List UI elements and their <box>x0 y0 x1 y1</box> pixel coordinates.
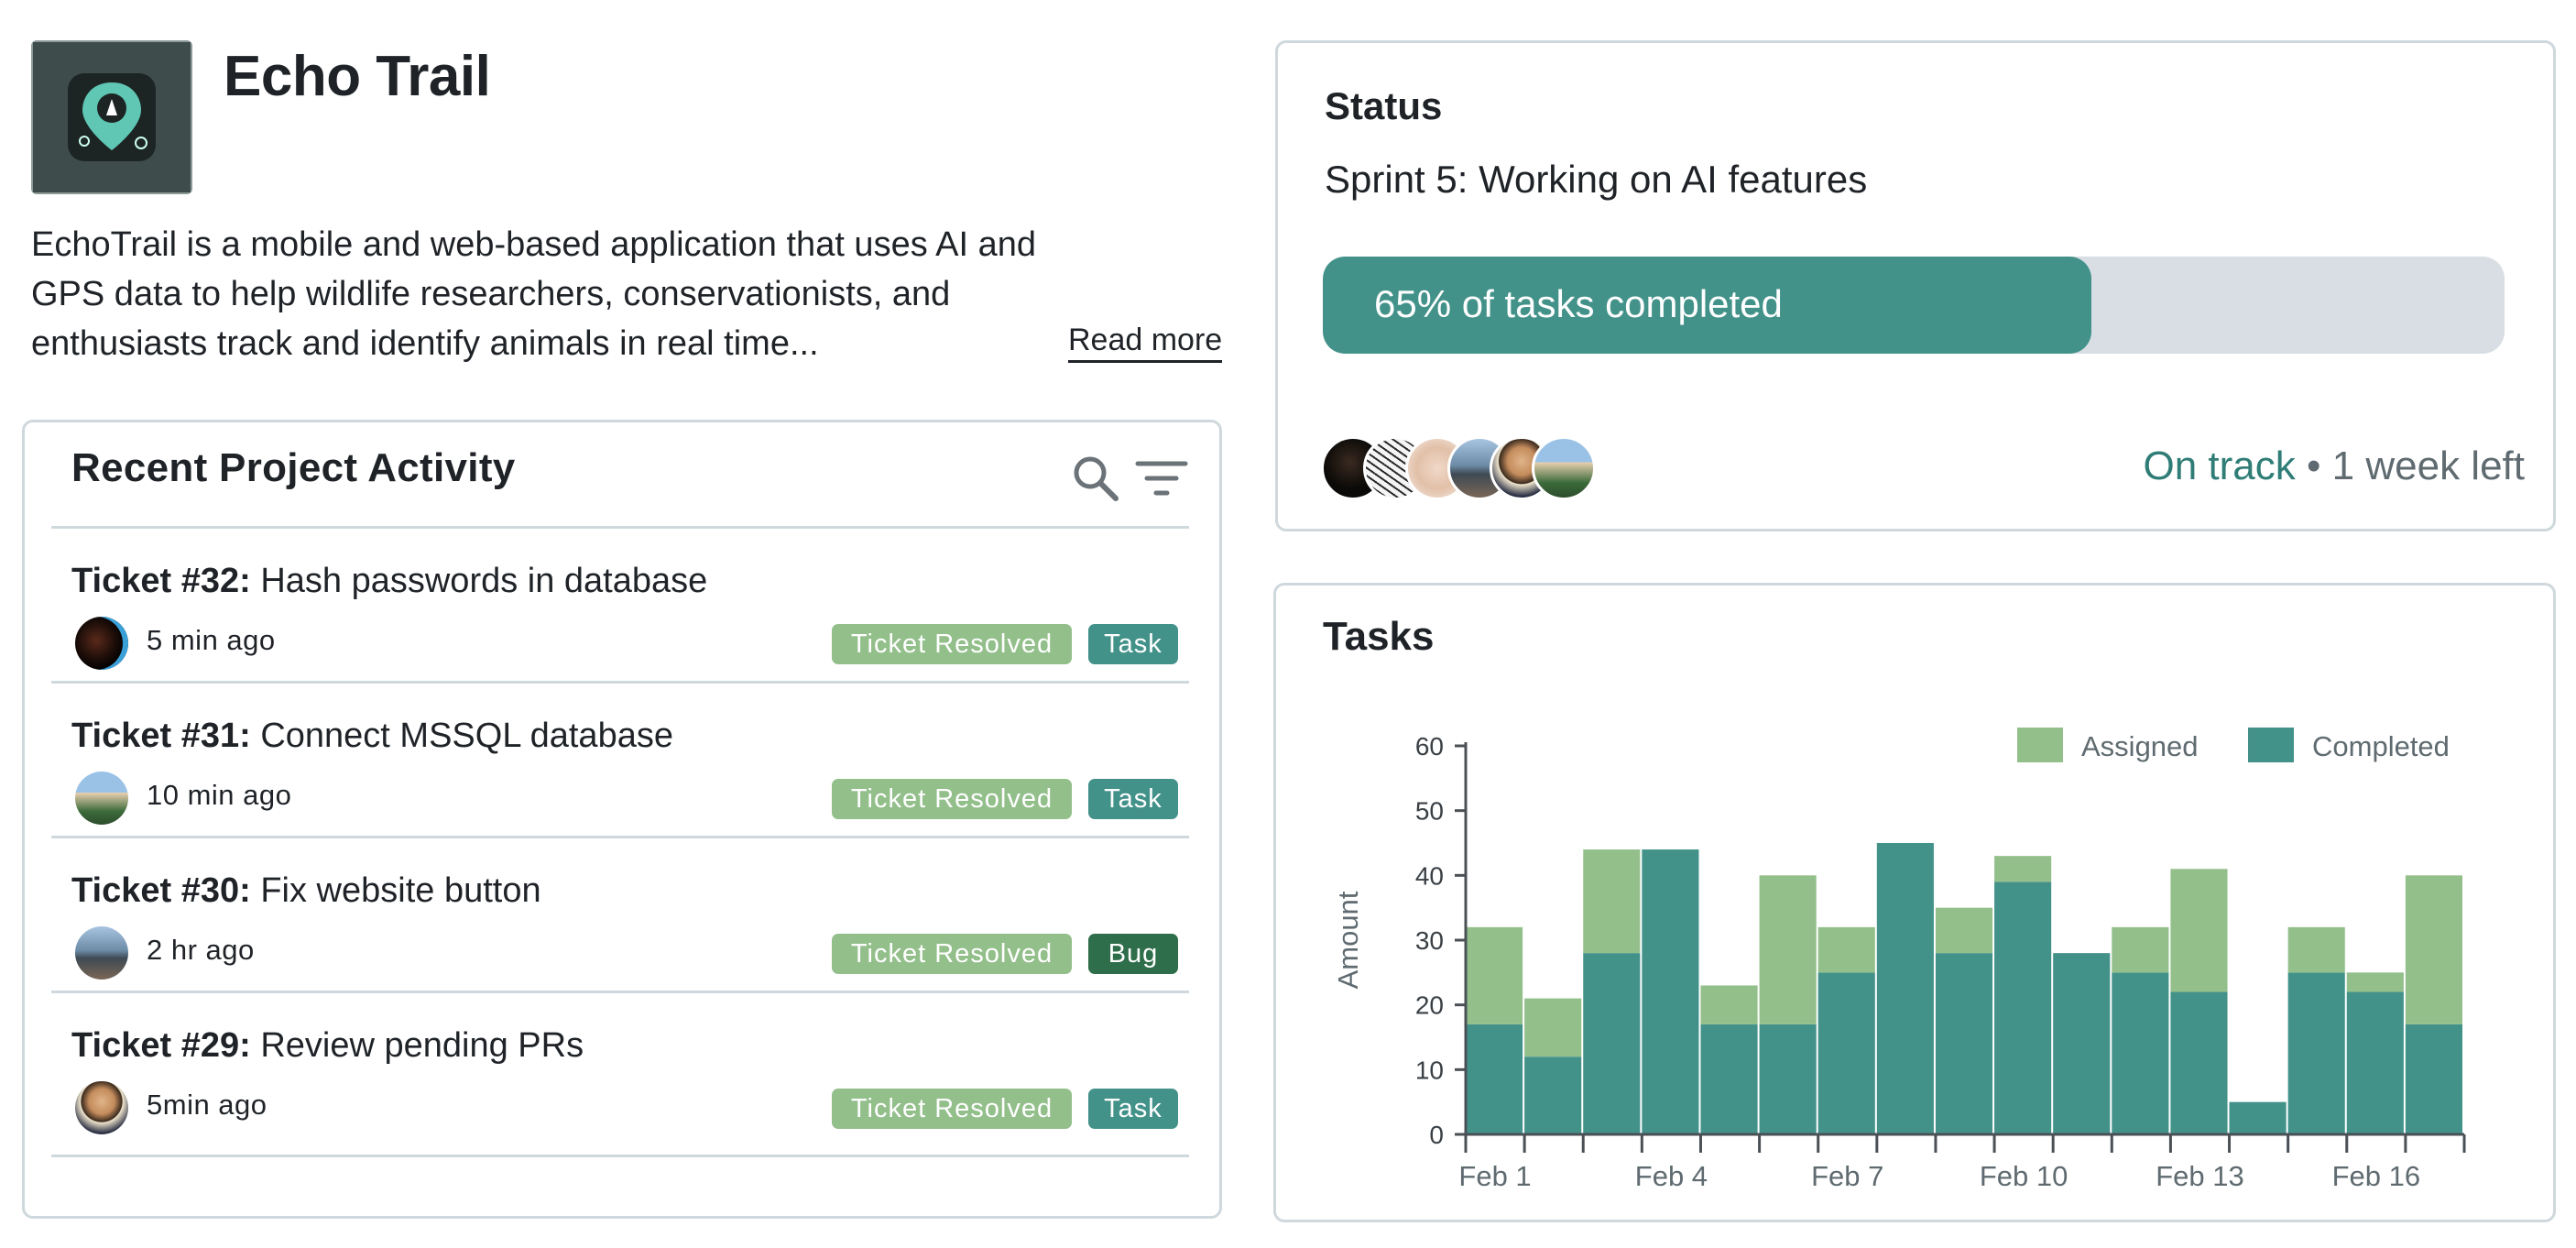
status-badge: Ticket Resolved <box>832 1089 1072 1129</box>
y-tick-label: 40 <box>1415 861 1444 890</box>
assigned-bar <box>1994 856 2052 882</box>
tasks-heading: Tasks <box>1323 614 1435 659</box>
completed-bar <box>1935 953 1993 1134</box>
legend-swatch-assigned <box>2017 728 2063 762</box>
sprint-description: Sprint 5: Working on AI features <box>1325 158 1868 201</box>
project-description: EchoTrail is a mobile and web-based appl… <box>31 225 1037 363</box>
x-tick-label: Feb 7 <box>1811 1160 1883 1192</box>
x-tick-label: Feb 4 <box>1635 1160 1708 1192</box>
y-tick-label: 20 <box>1415 991 1444 1020</box>
avatar <box>75 1081 128 1134</box>
assigned-bar <box>2405 875 2462 1024</box>
completed-bar <box>1466 1024 1523 1134</box>
ticket-row[interactable]: Ticket #29: Review pending PRs 5min ago … <box>51 991 1189 1143</box>
completed-bar <box>2170 991 2228 1134</box>
assigned-bar <box>2170 869 2228 992</box>
type-badge: Bug <box>1088 934 1178 974</box>
avatar <box>75 926 128 980</box>
completed-bar <box>1994 881 2052 1134</box>
ticket-summary: Fix website button <box>260 871 541 910</box>
trail-pin-logo-icon <box>33 42 191 192</box>
type-badge: Task <box>1088 1089 1178 1129</box>
y-axis-label: Amount <box>1332 891 1364 989</box>
search-icon[interactable] <box>1070 453 1121 504</box>
sprint-status: On track • 1 week left <box>2144 443 2526 489</box>
ticket-summary: Connect MSSQL database <box>260 717 673 755</box>
ticket-number: Ticket #31: <box>71 717 251 755</box>
ticket-time: 10 min ago <box>147 779 292 811</box>
ticket-title: Ticket #29: Review pending PRs <box>71 1026 584 1066</box>
progress-label: 65% of tasks completed <box>1374 282 1783 325</box>
ticket-row[interactable]: Ticket #31: Connect MSSQL database 10 mi… <box>51 681 1189 833</box>
completed-bar <box>2346 991 2404 1134</box>
ticket-row[interactable]: Ticket #32: Hash passwords in database 5… <box>51 526 1189 678</box>
ticket-row[interactable]: Ticket #30: Fix website button 2 hr ago … <box>51 836 1189 988</box>
x-tick-label: Feb 1 <box>1458 1160 1531 1192</box>
assigned-bar <box>1817 926 1875 973</box>
ticket-number: Ticket #32: <box>71 562 251 600</box>
project-logo <box>31 40 192 194</box>
completed-bar <box>1583 953 1641 1134</box>
type-badge: Task <box>1088 779 1178 819</box>
legend-swatch-completed <box>2248 728 2294 762</box>
assigned-bar <box>2346 972 2404 992</box>
status-badge: Ticket Resolved <box>832 934 1072 974</box>
completed-bar <box>2053 953 2111 1134</box>
tasks-chart: 0 10 20 30 40 50 60 Feb 1 Feb 4 Feb 7 Feb 10 Feb 13… <box>1332 728 2466 1192</box>
completed-bar <box>1759 1024 1817 1134</box>
ticket-summary: Review pending PRs <box>260 1026 584 1065</box>
ticket-time: 5min ago <box>147 1089 267 1121</box>
read-more-link[interactable]: Read more <box>1068 323 1223 363</box>
x-tick-label: Feb 16 <box>2332 1160 2421 1192</box>
ticket-time: 2 hr ago <box>147 934 255 966</box>
status-heading: Status <box>1325 84 1443 127</box>
ticket-title: Ticket #30: Fix website button <box>71 871 541 911</box>
assigned-bar <box>1583 849 1641 954</box>
avatar <box>75 772 128 825</box>
legend-label-assigned: Assigned <box>2081 730 2199 762</box>
status-badge: Ticket Resolved <box>832 779 1072 819</box>
completed-bar <box>1642 849 1699 1134</box>
activity-title: Recent Project Activity <box>71 445 516 490</box>
status-badge: Ticket Resolved <box>832 624 1072 664</box>
ticket-time: 5 min ago <box>147 624 276 656</box>
y-tick-label: 30 <box>1415 926 1444 955</box>
ticket-title: Ticket #32: Hash passwords in database <box>71 562 707 601</box>
ticket-summary: Hash passwords in database <box>260 562 708 600</box>
y-tick-label: 0 <box>1429 1121 1444 1149</box>
assigned-bar <box>2287 926 2345 973</box>
y-tick-label: 50 <box>1415 797 1444 826</box>
ticket-number: Ticket #29: <box>71 1026 251 1065</box>
y-tick-label: 10 <box>1415 1056 1444 1084</box>
completed-bar <box>1876 843 1934 1134</box>
completed-bar <box>1524 1056 1582 1134</box>
completed-bar <box>1817 972 1875 1134</box>
completed-bar <box>2229 1101 2287 1134</box>
status-separator: • <box>2307 443 2321 488</box>
legend-label-completed: Completed <box>2312 730 2450 762</box>
on-track-label: On track <box>2143 443 2296 488</box>
time-left-label: 1 week left <box>2331 443 2525 488</box>
assigned-bar <box>1700 985 1758 1024</box>
ticket-number: Ticket #30: <box>71 871 251 910</box>
assigned-bar <box>1759 875 1817 1024</box>
assigned-bar <box>1935 907 1993 954</box>
avatar <box>75 617 128 670</box>
project-title: Echo Trail <box>224 45 491 108</box>
list-divider <box>51 1155 1189 1157</box>
x-tick-label: Feb 10 <box>1980 1160 2068 1192</box>
assigned-bar <box>1466 926 1523 1024</box>
avatar[interactable] <box>1532 436 1596 500</box>
type-badge: Task <box>1088 624 1178 664</box>
filter-icon[interactable] <box>1134 453 1189 504</box>
x-tick-label: Feb 13 <box>2156 1160 2244 1192</box>
completed-bar <box>1700 1024 1758 1134</box>
completed-bar <box>2405 1024 2462 1134</box>
completed-bar <box>2112 972 2169 1134</box>
assigned-bar <box>1524 998 1582 1057</box>
y-tick-label: 60 <box>1415 732 1444 761</box>
ticket-title: Ticket #31: Connect MSSQL database <box>71 717 673 756</box>
completed-bar <box>2287 972 2345 1134</box>
assigned-bar <box>2112 926 2169 973</box>
